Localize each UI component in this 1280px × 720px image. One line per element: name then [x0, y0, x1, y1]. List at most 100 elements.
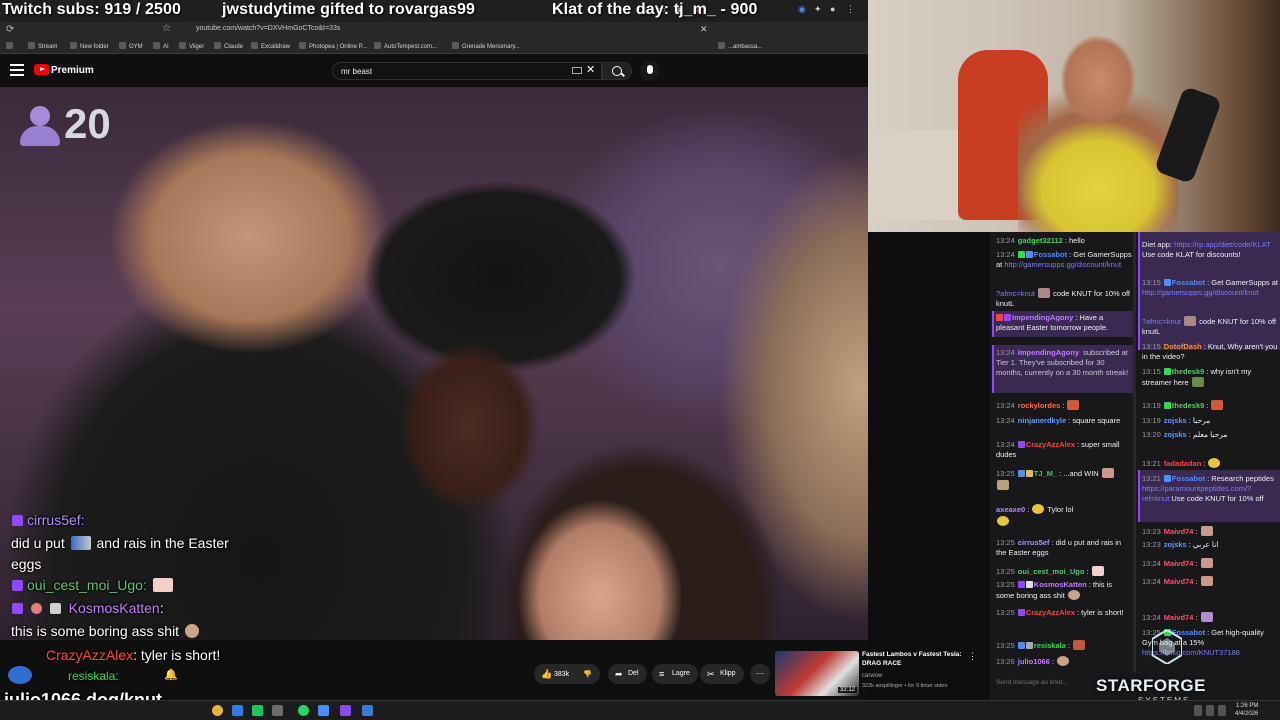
share-button[interactable]: ➦ Del: [608, 664, 647, 684]
bookmark-gym[interactable]: GYM: [119, 42, 143, 50]
whatsapp-icon[interactable]: [298, 705, 309, 716]
chat-link[interactable]: http://gamersupps.gg/discount/knut: [1004, 260, 1121, 269]
share-icon: ➦: [615, 669, 623, 679]
keyboard-icon[interactable]: [572, 67, 582, 74]
browser-icon[interactable]: [318, 705, 329, 716]
chat-message: 13:15 Fossabot: Get GamerSupps at http://…: [1142, 278, 1278, 297]
app-icon[interactable]: [272, 705, 283, 716]
chat-message: 13:24 CrazyAzzAlex: super small dudes: [996, 440, 1120, 459]
emote-icon: [70, 536, 91, 550]
clear-search-icon[interactable]: ✕: [586, 63, 595, 76]
overlay-chat-user: KosmosKatten:: [12, 600, 164, 616]
sponsor-name: STARFORGE: [1096, 676, 1206, 695]
video-player[interactable]: 20: [0, 87, 868, 640]
recommended-duration: 32:12: [838, 687, 858, 693]
subs-goal-text: Twitch subs: 919 / 2500: [2, 1, 181, 18]
like-button[interactable]: 👍 383k 👎: [534, 664, 600, 684]
spotify-icon[interactable]: [252, 705, 263, 716]
bell-icon[interactable]: 🔔: [164, 668, 178, 681]
bookmark-ai[interactable]: AI: [153, 42, 169, 50]
url-text[interactable]: youtube.com/watch?v=DXVHmGoCTco&t=33s: [196, 25, 340, 32]
bookmark-autotempest[interactable]: AutoTempest.com...: [374, 42, 437, 50]
chat-message: 13:21 Fossabot: Research peptides https:/…: [1142, 474, 1274, 503]
clip-button[interactable]: ✂ Klipp: [700, 664, 744, 684]
hamburger-menu-icon[interactable]: [10, 64, 24, 76]
chat-message: 13:25 oui_cest_moi_Ugo:: [996, 566, 1132, 577]
save-icon: ≡: [659, 669, 665, 679]
chat-message: 13:15 DotofDash: Knut, Why aren't you in …: [1142, 342, 1278, 361]
address-bar[interactable]: ⟳ ☆ youtube.com/watch?v=DXVHmGoCTco&t=33…: [0, 22, 868, 40]
more-actions-icon[interactable]: ···: [750, 664, 770, 684]
obs-icon[interactable]: [340, 705, 351, 716]
chat-message: 13:21 fadadadan:: [1142, 458, 1278, 469]
twitch-chat-panel: 13:24 gadget32112: hello 13:24 Fossabot: G…: [990, 232, 1280, 700]
recommended-title[interactable]: Fastest Lambos v Fastest Tesla: DRAG RAC…: [862, 650, 972, 668]
edge-icon[interactable]: [232, 705, 243, 716]
search-box[interactable]: [332, 62, 602, 80]
clip-label: Klipp: [720, 670, 736, 677]
volume-icon[interactable]: [1206, 705, 1214, 716]
avatar: [8, 666, 32, 684]
vip-badge-icon: [30, 603, 42, 614]
dislike-icon[interactable]: 👎: [583, 671, 592, 678]
chat-message: [996, 516, 1132, 527]
chat-message: 13:20 zojsks: مرحبا معلم: [1142, 430, 1228, 439]
save-label: Lagre: [672, 670, 690, 677]
bookmark-viiger[interactable]: Viiger: [179, 42, 204, 50]
windows-taskbar: 1:26 PM 4/4/2026: [0, 700, 1280, 720]
bookmark-claude[interactable]: Claude: [214, 42, 243, 50]
chat-message: axeaxe0: Tylor lol: [996, 504, 1074, 514]
overlay-chat-user: CrazyAzzAlex: tyler is short!: [46, 647, 221, 663]
bookmark-new-folder[interactable]: New folder: [70, 42, 109, 50]
chat-message: 13:25 KosmosKatten: this is some boring a…: [996, 580, 1113, 600]
like-count: 383k: [554, 671, 570, 678]
taskbar-clock[interactable]: 1:26 PM 4/4/2026: [1235, 702, 1258, 718]
bookmark-stream[interactable]: Stream: [28, 42, 57, 50]
youtube-logo-icon[interactable]: [34, 64, 49, 75]
chat-message: 13:23 zojsks: انا عربي: [1142, 540, 1219, 549]
share-label: Del: [628, 670, 639, 677]
chat-message: 13:15 thedesk9: why isn't my streamer her…: [1142, 367, 1252, 387]
network-icon[interactable]: [1194, 705, 1202, 716]
chat-message: 13:19 thedesk9:: [1142, 400, 1278, 411]
chat-message: 13:24 Maivd74:: [1142, 576, 1278, 587]
bookmark-extra[interactable]: ...ambassa...: [718, 42, 762, 50]
chat-message: 13:24 ninjanerdkyle: square square: [996, 416, 1121, 425]
reload-icon[interactable]: ⟳: [6, 24, 14, 35]
apps-icon[interactable]: [6, 42, 16, 50]
chat-message: ImpendingAgony: Have a pleasant Easter t…: [996, 313, 1109, 332]
overlay-chat-user: cirrus5ef:: [12, 512, 85, 528]
sub-badge-icon: [12, 603, 23, 614]
bookmark-star-icon[interactable]: ☆: [162, 23, 171, 34]
battery-icon[interactable]: [1218, 705, 1226, 716]
voice-search-icon[interactable]: [640, 61, 660, 81]
tab-close-icon[interactable]: ✕: [700, 24, 708, 35]
chat-message: 13:25 cirrus5ef: did u put and rais in th…: [996, 538, 1122, 557]
chat-message: 13:23 Maivd74:: [1142, 526, 1278, 537]
save-button[interactable]: ≡ Lagre: [652, 664, 698, 684]
recommended-channel[interactable]: carwow: [862, 673, 882, 679]
chat-message: 13:26 julio1066:: [996, 656, 1132, 667]
chat-message: 13:25 TJ_M_: ...and WIN: [996, 468, 1132, 479]
thumbs-up-icon: 👍: [541, 669, 553, 679]
recommended-menu-icon[interactable]: ⋮: [968, 651, 977, 662]
sub-message: 13:24 ImpendingAgony subscribed at Tier 1…: [996, 348, 1129, 377]
chat-message: ?afmc=knut code KNUT for 10% off knutL: [996, 288, 1131, 308]
youtube-premium-label[interactable]: Premium: [51, 65, 94, 76]
files-icon[interactable]: [362, 705, 373, 716]
browser-window: − ▢ ▭ ◆ ▲ ◉ ✦ ● ⋮ ⟳ ☆ youtube.com/watch?…: [0, 0, 868, 700]
youtube-header: Premium ✕: [0, 55, 868, 87]
search-input[interactable]: [341, 65, 561, 77]
bookmark-grenade-mercenary[interactable]: Grenade Mercenary...: [452, 42, 520, 50]
chat-message: 13:24 Maivd74:: [1142, 612, 1278, 623]
bookmark-photopea[interactable]: Photopea | Online P...: [299, 42, 367, 50]
recommended-meta: 322k avspillinger • for 9 timer siden: [862, 683, 948, 689]
bookmark-excalidraw[interactable]: Excalidraw: [251, 42, 290, 50]
emote-icon: [152, 578, 173, 592]
chrome-icon[interactable]: [212, 705, 223, 716]
sub-badge-icon: [12, 580, 23, 591]
chat-message: 13:24 rockylordes:: [996, 400, 1132, 411]
search-button[interactable]: [602, 62, 632, 80]
chat-message: 13:24 Fossabot: Get GamerSupps at http://…: [996, 250, 1132, 269]
chat-message: [996, 480, 1132, 491]
